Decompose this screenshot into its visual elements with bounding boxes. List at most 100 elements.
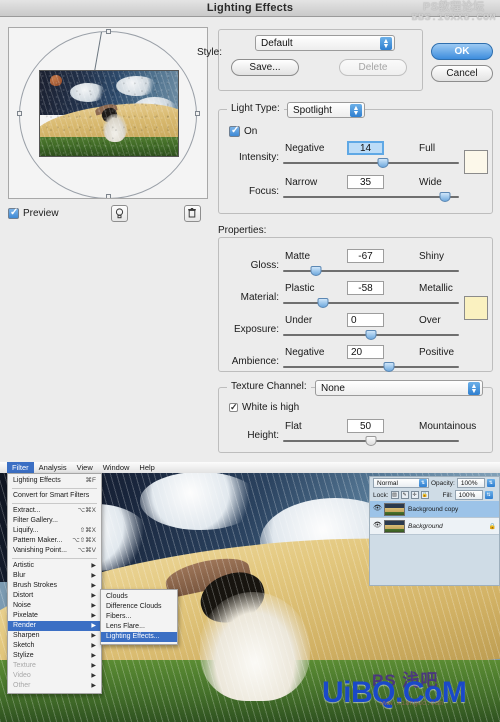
- filter-menu-item-blur[interactable]: Blur ▶: [8, 571, 101, 581]
- ambience-value-field[interactable]: 20: [347, 345, 384, 359]
- ambient-color-swatch[interactable]: [464, 296, 488, 320]
- white-is-high-checkbox[interactable]: [229, 401, 238, 413]
- height-slider[interactable]: [283, 435, 459, 447]
- filter-menu-item-filter-gallery[interactable]: Filter Gallery...: [8, 516, 101, 526]
- transparency-lock-icon[interactable]: ▨: [390, 491, 399, 499]
- opacity-stepper-icon[interactable]: ⇅: [486, 479, 495, 487]
- gloss-value-field[interactable]: -67: [347, 249, 384, 263]
- light-type-group: Light Type: Spotlight ▲▼ On Intensity: N…: [218, 102, 493, 214]
- filter-menu-item-sketch[interactable]: Sketch ▶: [8, 641, 101, 651]
- exposure-slider-knob[interactable]: [365, 330, 377, 340]
- menu-item-label: Other: [13, 682, 31, 689]
- filter-menu[interactable]: Lighting Effects ⌘F Convert for Smart Filt…: [7, 473, 102, 694]
- all-lock-icon[interactable]: 🔒: [420, 491, 429, 499]
- filter-menu-item-extract[interactable]: Extract... ⌥⌘X: [8, 506, 101, 516]
- menubar-item-window[interactable]: Window: [98, 462, 135, 473]
- cancel-button[interactable]: Cancel: [431, 65, 493, 82]
- menu-item-label: Convert for Smart Filters: [13, 492, 90, 499]
- intensity-slider[interactable]: [283, 157, 459, 169]
- layers-panel: Normal ⇅ Opacity: 100% ⇅ Lock: ▨ ✎ ✛ 🔒 F…: [369, 476, 500, 586]
- intensity-slider-knob[interactable]: [377, 158, 389, 168]
- preview-checkbox[interactable]: [8, 207, 19, 219]
- ellipse-handle-bottom[interactable]: [106, 194, 111, 198]
- style-label: Style:: [196, 47, 222, 58]
- render-submenu-item-fibers[interactable]: Fibers...: [101, 612, 177, 622]
- blend-mode-dropdown[interactable]: Normal ⇅: [373, 478, 429, 488]
- texture-channel-group-label: Texture Channel:: [227, 381, 311, 392]
- ellipse-handle-right[interactable]: [195, 111, 200, 116]
- style-dropdown[interactable]: Default ▲ ▼: [255, 35, 395, 51]
- exposure-slider[interactable]: [283, 329, 459, 341]
- layer-list: 👁 Background copy 👁 Background 🔒: [370, 501, 499, 535]
- render-submenu-item-lens-flare[interactable]: Lens Flare...: [101, 622, 177, 632]
- texture-channel-dropdown[interactable]: None ▲ ▼: [315, 380, 483, 396]
- menubar-item-help[interactable]: Help: [134, 462, 159, 473]
- opacity-field[interactable]: 100%: [456, 478, 485, 488]
- filter-menu-item-noise[interactable]: Noise ▶: [8, 601, 101, 611]
- material-slider-knob[interactable]: [317, 298, 329, 308]
- menubar-item-view[interactable]: View: [72, 462, 98, 473]
- menubar-item-filter[interactable]: Filter: [7, 462, 34, 473]
- layer-row[interactable]: 👁 Background copy: [370, 501, 499, 518]
- light-on-checkbox[interactable]: [229, 125, 240, 137]
- exposure-value-field[interactable]: 0: [347, 313, 384, 327]
- menu-item-label: Blur: [13, 572, 26, 579]
- render-submenu-item-lighting-effects[interactable]: Lighting Effects...: [101, 632, 177, 642]
- new-light-button[interactable]: [110, 204, 128, 222]
- filter-menu-item-distort[interactable]: Distort ▶: [8, 591, 101, 601]
- focus-slider[interactable]: [283, 191, 459, 203]
- filter-menu-item-other[interactable]: Other ▶: [8, 681, 101, 691]
- ellipse-handle-top[interactable]: [106, 29, 111, 34]
- material-value-field[interactable]: -58: [347, 281, 384, 295]
- filter-menu-item-vanishing-point[interactable]: Vanishing Point... ⌥⌘V: [8, 546, 101, 556]
- layer-visibility-icon[interactable]: 👁: [373, 522, 382, 530]
- delete-light-button[interactable]: [183, 204, 201, 222]
- filter-menu-item-sharpen[interactable]: Sharpen ▶: [8, 631, 101, 641]
- light-color-swatch[interactable]: [464, 150, 488, 174]
- render-submenu-item-clouds[interactable]: Clouds: [101, 592, 177, 602]
- gloss-slider[interactable]: [283, 265, 459, 277]
- brush-lock-icon[interactable]: ✎: [400, 491, 409, 499]
- filter-menu-item-liquify[interactable]: Liquify... ⇧⌘X: [8, 526, 101, 536]
- filter-menu-item-video[interactable]: Video ▶: [8, 671, 101, 681]
- render-submenu-item-difference-clouds[interactable]: Difference Clouds: [101, 602, 177, 612]
- ambience-slider[interactable]: [283, 361, 459, 373]
- material-slider[interactable]: [283, 297, 459, 309]
- filter-menu-item-brush-strokes[interactable]: Brush Strokes ▶: [8, 581, 101, 591]
- render-submenu[interactable]: Clouds Difference Clouds Fibers... Lens Fla…: [100, 589, 178, 645]
- ok-button-label: OK: [454, 46, 470, 57]
- submenu-arrow-icon: ▶: [91, 623, 96, 629]
- light-type-dropdown[interactable]: Spotlight ▲ ▼: [287, 102, 365, 118]
- ok-button[interactable]: OK: [431, 43, 493, 60]
- filter-menu-item-stylize[interactable]: Stylize ▶: [8, 651, 101, 661]
- lighting-preview-canvas[interactable]: [8, 27, 208, 199]
- menubar-item-analysis[interactable]: Analysis: [34, 462, 72, 473]
- focus-slider-knob[interactable]: [439, 192, 451, 202]
- filter-menu-item-texture[interactable]: Texture ▶: [8, 661, 101, 671]
- fill-field[interactable]: 100%: [454, 490, 483, 500]
- filter-menu-item-pixelate[interactable]: Pixelate ▶: [8, 611, 101, 621]
- focus-value-field[interactable]: 35: [347, 175, 384, 189]
- submenu-arrow-icon: ▶: [91, 583, 96, 589]
- menu-separator: [12, 503, 97, 504]
- filter-menu-item-lighting-effects[interactable]: Lighting Effects ⌘F: [8, 476, 101, 486]
- intensity-value-field[interactable]: 14: [347, 141, 384, 155]
- filter-menu-item-render[interactable]: Render ▶: [8, 621, 101, 631]
- save-style-button[interactable]: Save...: [231, 59, 299, 76]
- layer-thumbnail: [384, 502, 405, 516]
- ambience-slider-knob[interactable]: [383, 362, 395, 372]
- height-slider-knob[interactable]: [365, 436, 377, 446]
- menu-item-label: Extract...: [13, 507, 41, 514]
- height-value-field[interactable]: 50: [347, 419, 384, 433]
- fill-stepper-icon[interactable]: ⇅: [484, 491, 493, 499]
- layer-visibility-icon[interactable]: 👁: [373, 505, 382, 513]
- move-lock-icon[interactable]: ✛: [410, 491, 419, 499]
- gloss-slider-knob[interactable]: [310, 266, 322, 276]
- layer-row[interactable]: 👁 Background 🔒: [370, 518, 499, 535]
- submenu-arrow-icon: ▶: [91, 673, 96, 679]
- submenu-arrow-icon: ▶: [91, 563, 96, 569]
- filter-menu-item-pattern-maker[interactable]: Pattern Maker... ⌥⇧⌘X: [8, 536, 101, 546]
- ellipse-handle-left[interactable]: [17, 111, 22, 116]
- filter-menu-item-convert-for-smart-filters[interactable]: Convert for Smart Filters: [8, 491, 101, 501]
- filter-menu-item-artistic[interactable]: Artistic ▶: [8, 561, 101, 571]
